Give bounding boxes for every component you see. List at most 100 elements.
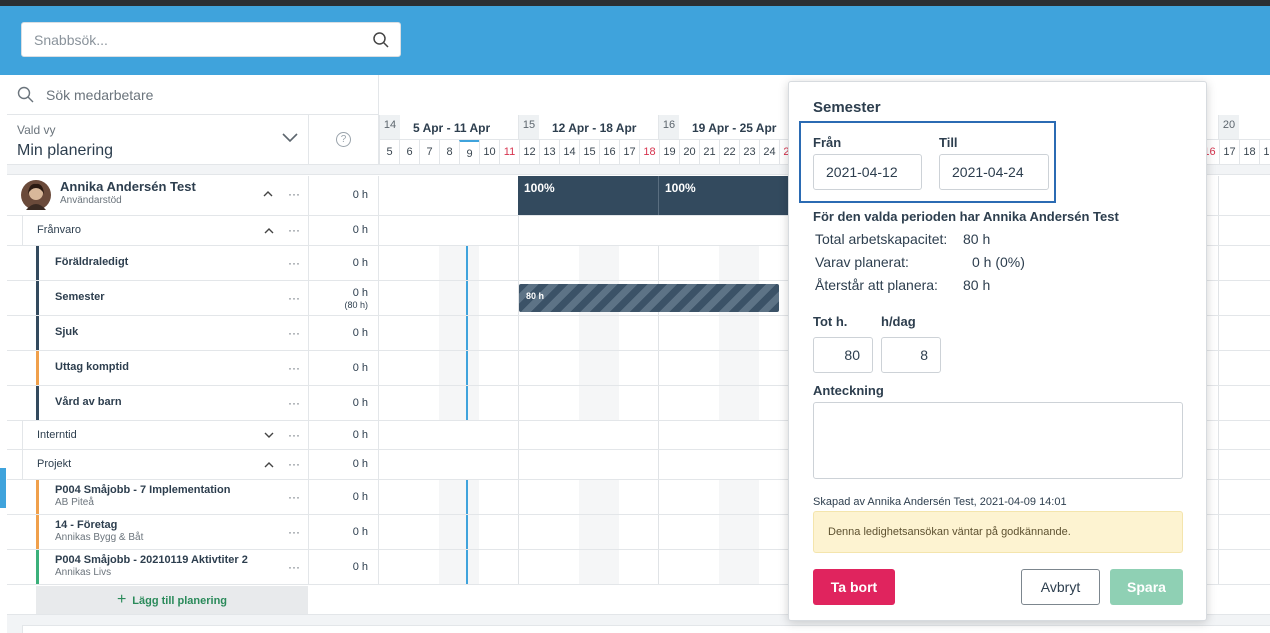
more-icon[interactable]: ··· bbox=[288, 361, 300, 375]
project-hours: 0 h bbox=[309, 480, 379, 514]
week-divider bbox=[1218, 450, 1219, 479]
view-selector-value: Min planering bbox=[17, 142, 114, 159]
help-icon[interactable]: ? bbox=[336, 132, 351, 147]
person-hours: 0 h bbox=[309, 176, 379, 215]
chevron-up-icon[interactable] bbox=[263, 190, 273, 197]
more-icon[interactable]: ··· bbox=[288, 223, 300, 237]
note-textarea[interactable] bbox=[813, 402, 1183, 479]
more-icon[interactable]: ··· bbox=[288, 428, 300, 442]
project-cell: P004 Småjobb - 7 Implementation AB Piteå… bbox=[22, 480, 309, 514]
day-cell: 19 bbox=[659, 140, 679, 165]
day-cell: 24 bbox=[759, 140, 779, 165]
week-15: 15 12 Apr - 18 Apr bbox=[518, 115, 658, 140]
more-icon[interactable]: ··· bbox=[288, 457, 300, 471]
week-14: 14 5 Apr - 11 Apr bbox=[379, 115, 519, 140]
group-hours: 0 h bbox=[309, 450, 379, 479]
absence-hours: 0 h bbox=[309, 386, 379, 420]
to-date-input[interactable] bbox=[939, 154, 1049, 190]
quick-search-input[interactable] bbox=[22, 23, 352, 56]
person-role: Användarstöd bbox=[60, 195, 122, 206]
row-accent bbox=[36, 281, 39, 315]
more-icon[interactable]: ··· bbox=[288, 525, 300, 539]
person-name[interactable]: Annika Andersén Test bbox=[60, 179, 196, 194]
project-cell: P004 Småjobb - 20210119 Aktivtiter 2 Ann… bbox=[22, 550, 309, 584]
project-client: Annikas Livs bbox=[55, 567, 112, 578]
row-accent bbox=[36, 246, 39, 280]
absence-name: Föräldraledigt bbox=[55, 256, 129, 268]
employee-search-input[interactable] bbox=[46, 83, 346, 107]
absence-name: Semester bbox=[55, 291, 105, 303]
project-hours: 0 h bbox=[309, 515, 379, 549]
person-cell: Annika Andersén Test Användarstöd ··· bbox=[7, 176, 309, 215]
app-header bbox=[0, 6, 1270, 75]
view-selector[interactable]: Vald vy Min planering bbox=[7, 115, 309, 165]
chevron-up-icon[interactable] bbox=[264, 461, 274, 468]
more-icon[interactable]: ··· bbox=[288, 187, 300, 201]
created-by-text: Skapad av Annika Andersén Test, 2021-04-… bbox=[813, 496, 1067, 508]
save-button[interactable]: Spara bbox=[1110, 569, 1183, 605]
group-cell: Interntid ··· bbox=[22, 421, 309, 449]
absence-hours-planned: (80 h) bbox=[344, 300, 368, 310]
group-hours: 0 h bbox=[309, 421, 379, 449]
semester-bar[interactable]: 80 h bbox=[519, 284, 779, 312]
to-label: Till bbox=[939, 135, 958, 150]
more-icon[interactable]: ··· bbox=[288, 256, 300, 270]
more-icon[interactable]: ··· bbox=[288, 560, 300, 574]
day-cell: 17 bbox=[1219, 140, 1239, 165]
cancel-button[interactable]: Avbryt bbox=[1021, 569, 1100, 605]
group-hours: 0 h bbox=[309, 216, 379, 245]
more-icon[interactable]: ··· bbox=[288, 490, 300, 504]
day-cell: 9 bbox=[459, 140, 479, 165]
chevron-down-icon[interactable] bbox=[282, 133, 298, 143]
group-label: Frånvaro bbox=[37, 224, 82, 236]
group-cell: Projekt ··· bbox=[22, 450, 309, 479]
week-divider bbox=[518, 216, 519, 245]
group-label: Interntid bbox=[37, 429, 77, 441]
help-cell: ? bbox=[309, 115, 379, 165]
more-icon[interactable]: ··· bbox=[288, 396, 300, 410]
total-hours-label: Tot h. bbox=[813, 314, 848, 329]
week-divider bbox=[518, 421, 519, 449]
hours-per-day-label: h/dag bbox=[881, 314, 916, 329]
from-date-input[interactable] bbox=[813, 154, 922, 190]
absence-cell: Föräldraledigt ··· bbox=[22, 246, 309, 280]
employee-search[interactable] bbox=[7, 75, 379, 115]
capacity-bar-week-15[interactable]: 100% bbox=[518, 176, 658, 215]
day-cell: 10 bbox=[479, 140, 499, 165]
absence-hours: 0 h bbox=[309, 316, 379, 350]
avatar bbox=[21, 180, 51, 210]
row-accent bbox=[36, 550, 39, 584]
absence-cell: Sjuk ··· bbox=[22, 316, 309, 350]
more-icon[interactable]: ··· bbox=[288, 326, 300, 340]
total-capacity-value: 80 h bbox=[963, 231, 991, 247]
period-summary-heading: För den valda perioden har Annika Anders… bbox=[813, 209, 1119, 224]
chevron-up-icon[interactable] bbox=[264, 227, 274, 234]
planned-label: Varav planerat: bbox=[815, 254, 909, 270]
absence-cell: Vård av barn ··· bbox=[22, 386, 309, 420]
from-label: Från bbox=[813, 135, 842, 150]
day-cell: 19 bbox=[1259, 140, 1270, 165]
delete-button[interactable]: Ta bort bbox=[813, 569, 895, 605]
dialog-title: Semester bbox=[813, 99, 881, 116]
week-range: 5 Apr - 11 Apr bbox=[413, 121, 491, 135]
quick-search[interactable] bbox=[21, 22, 401, 57]
project-name: P004 Småjobb - 7 Implementation bbox=[55, 484, 231, 496]
row-accent bbox=[36, 515, 39, 549]
more-icon[interactable]: ··· bbox=[288, 291, 300, 305]
search-icon[interactable] bbox=[372, 31, 390, 49]
day-cell: 18 bbox=[1239, 140, 1259, 165]
row-accent bbox=[36, 480, 39, 514]
week-divider bbox=[658, 421, 659, 449]
add-planning-button[interactable]: + Lägg till planering bbox=[36, 586, 308, 614]
plus-icon: + bbox=[116, 591, 127, 608]
capacity-bar-week-16[interactable]: 100% bbox=[658, 176, 788, 215]
hours-per-day-input[interactable] bbox=[881, 337, 941, 373]
note-label: Anteckning bbox=[813, 383, 884, 398]
total-hours-input[interactable] bbox=[813, 337, 873, 373]
day-cell: 16 bbox=[599, 140, 619, 165]
week-20: 20 bbox=[1218, 115, 1270, 140]
day-cell: 15 bbox=[579, 140, 599, 165]
week-number: 16 bbox=[659, 115, 679, 139]
add-planning-label: Lägg till planering bbox=[132, 595, 228, 607]
chevron-down-icon[interactable] bbox=[264, 432, 274, 439]
